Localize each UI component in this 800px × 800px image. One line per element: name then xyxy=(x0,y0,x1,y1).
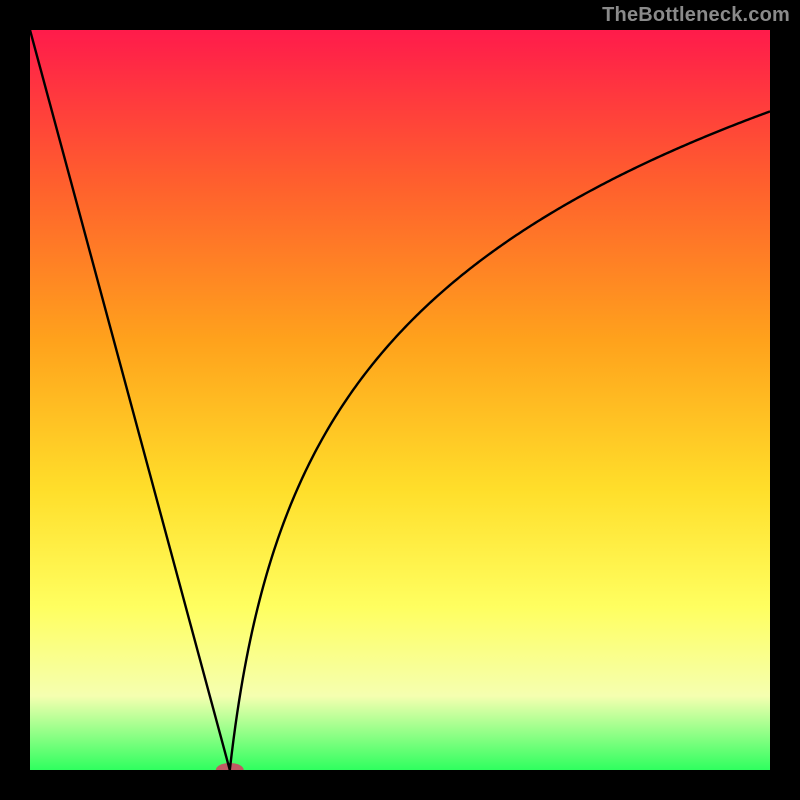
chart-frame: TheBottleneck.com xyxy=(0,0,800,800)
watermark-text: TheBottleneck.com xyxy=(602,4,790,27)
bottleneck-chart xyxy=(30,30,770,770)
gradient-background xyxy=(30,30,770,770)
